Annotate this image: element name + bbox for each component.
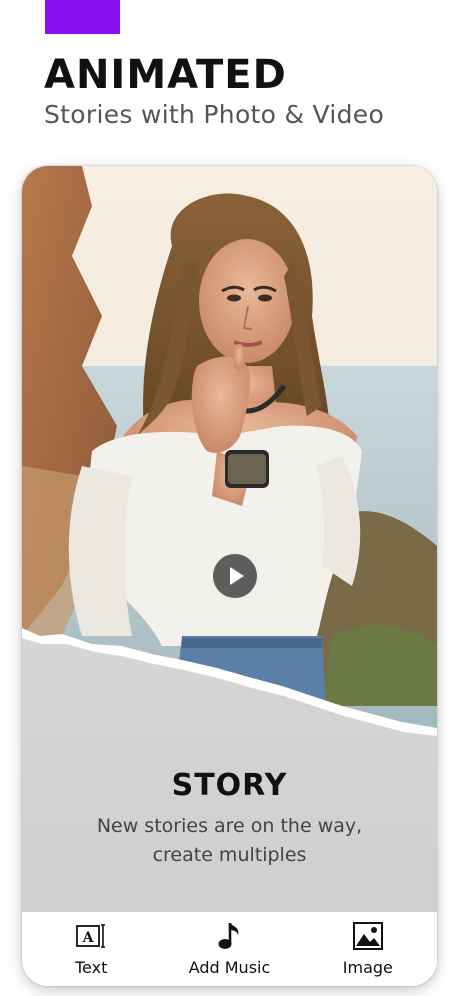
headline: ANIMATED [44,52,287,98]
text-format-icon: A [76,920,106,952]
add-music-button[interactable]: Add Music [160,912,298,986]
image-tool-label: Image [342,958,393,977]
subheadline: Stories with Photo & Video [44,100,385,129]
story-description: New stories are on the way, create multi… [22,812,437,870]
story-title: STORY [171,768,288,803]
story-description-line-2: create multiples [152,844,307,866]
story-description-line-1: New stories are on the way, [96,815,363,837]
music-note-icon [216,920,242,952]
svg-text:A: A [82,930,95,946]
add-music-label: Add Music [188,958,271,977]
brand-accent-bar [45,0,120,34]
phone-preview: STORY New stories are on the way, create… [22,166,437,986]
play-icon [230,567,244,585]
editor-toolbar: A Text Add Music Image [22,912,437,986]
image-tool-button[interactable]: Image [299,912,437,986]
image-icon [352,920,383,952]
play-button[interactable] [211,552,259,600]
text-tool-button[interactable]: A Text [22,912,160,986]
text-tool-label: Text [74,958,108,977]
